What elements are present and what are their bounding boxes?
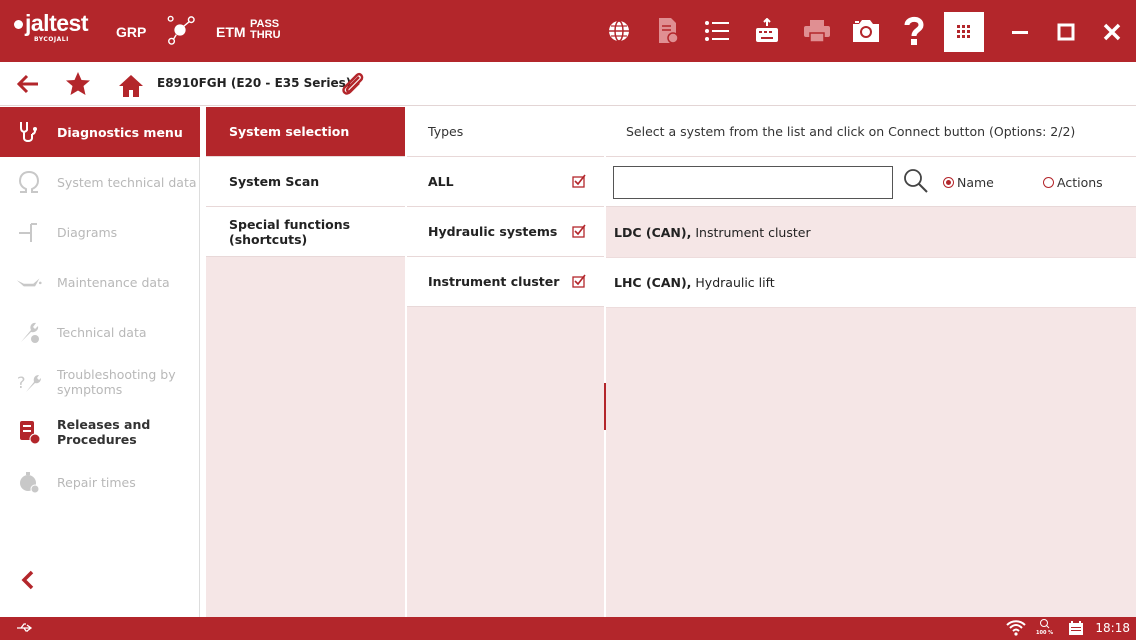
vehicle-title: E8910FGH (E20 - E35 Series) — [157, 76, 352, 90]
favorite-star-icon[interactable] — [65, 71, 91, 101]
diagnostics-submenu: System selection System Scan Special fun… — [206, 107, 405, 617]
sidebar-item-diagnostics-menu[interactable]: Diagnostics menu — [0, 107, 200, 157]
radio-actions[interactable]: Actions — [1043, 175, 1103, 190]
checkbox-checked-icon[interactable] — [572, 274, 586, 291]
type-filter-item[interactable]: ALL — [407, 157, 604, 207]
apps-grid-icon[interactable] — [944, 12, 984, 52]
sidebar-item-technical-data[interactable]: Technical data — [0, 307, 200, 357]
menu-item-system-scan[interactable]: System Scan — [206, 157, 405, 207]
troubleshooting-icon: ? — [16, 369, 42, 395]
grp-button[interactable]: GRP — [116, 24, 146, 40]
system-row[interactable]: LHC (CAN), Hydraulic lift — [606, 258, 1136, 308]
search-row: Name Actions — [606, 157, 1136, 207]
pass-thru-button[interactable]: PASS THRU — [250, 19, 281, 41]
system-row[interactable]: LDC (CAN), Instrument cluster — [606, 208, 1136, 258]
minimize-icon[interactable] — [1000, 12, 1040, 52]
zoom-indicator: 100 % — [1036, 618, 1054, 636]
types-panel: Types ALL Hydraulic systems Instrument c… — [407, 107, 604, 617]
releases-icon — [16, 419, 42, 445]
sidebar-item-releases-procedures[interactable]: Releases and Procedures — [0, 407, 200, 457]
status-bar: 100 % 18:18 — [0, 617, 1136, 640]
list-icon[interactable] — [702, 16, 732, 46]
jaltest-logo[interactable]: jaltest BYCOJALI — [14, 10, 88, 43]
menu-item-system-selection[interactable]: System selection — [206, 107, 405, 157]
sidebar-item-troubleshooting[interactable]: ? Troubleshooting by symptoms — [0, 357, 200, 407]
omega-icon — [16, 169, 42, 195]
usb-icon — [16, 622, 34, 638]
menu-item-special-functions[interactable]: Special functions (shortcuts) — [206, 207, 405, 257]
keyboard-icon[interactable] — [752, 16, 782, 46]
sidebar-item-repair-times[interactable]: Repair times — [0, 457, 200, 507]
checkbox-checked-icon[interactable] — [572, 174, 586, 191]
systems-instructions: Select a system from the list and click … — [606, 107, 1136, 157]
help-icon[interactable] — [899, 16, 929, 46]
calendar-icon[interactable] — [1068, 620, 1084, 640]
close-icon[interactable] — [1092, 12, 1132, 52]
navigation-bar: E8910FGH (E20 - E35 Series) — [0, 62, 1136, 106]
maximize-icon[interactable] — [1046, 12, 1086, 52]
systems-panel: Select a system from the list and click … — [606, 107, 1136, 617]
checkbox-checked-icon[interactable] — [572, 224, 586, 241]
diagnostics-icon — [16, 119, 42, 145]
search-icon[interactable] — [903, 168, 929, 198]
clock: 18:18 — [1095, 621, 1130, 635]
sidebar-item-diagrams[interactable]: Diagrams — [0, 207, 200, 257]
type-filter-item[interactable]: Hydraulic systems — [407, 207, 604, 257]
sidebar-item-system-technical-data[interactable]: System technical data — [0, 157, 200, 207]
collapse-sidebar-icon[interactable] — [20, 570, 36, 594]
etm-button[interactable]: ETM — [216, 24, 246, 40]
type-filter-item[interactable]: Instrument cluster — [407, 257, 604, 307]
svg-text:?: ? — [17, 373, 26, 392]
sidebar: Diagnostics menu System technical data D… — [0, 107, 200, 617]
radio-name[interactable]: Name — [943, 175, 994, 190]
stopwatch-icon — [16, 469, 42, 495]
home-icon[interactable] — [118, 74, 144, 102]
search-input[interactable] — [613, 166, 893, 199]
types-header: Types — [407, 107, 604, 157]
sidebar-item-maintenance-data[interactable]: Maintenance data — [0, 257, 200, 307]
document-icon[interactable] — [653, 16, 683, 46]
printer-icon[interactable] — [802, 16, 832, 46]
paperclip-icon[interactable] — [340, 71, 366, 101]
oil-can-icon — [16, 269, 42, 295]
wifi-icon — [1006, 620, 1026, 640]
diagram-icon — [16, 219, 42, 245]
back-arrow-icon[interactable] — [16, 73, 40, 99]
globe-icon[interactable] — [604, 16, 634, 46]
wrench-icon — [16, 319, 42, 345]
camera-icon[interactable] — [851, 16, 881, 46]
top-bar: jaltest BYCOJALI GRP ETM PASS THRU — [0, 0, 1136, 62]
magnifier-icon — [1040, 619, 1050, 629]
molecule-icon[interactable] — [165, 15, 195, 45]
